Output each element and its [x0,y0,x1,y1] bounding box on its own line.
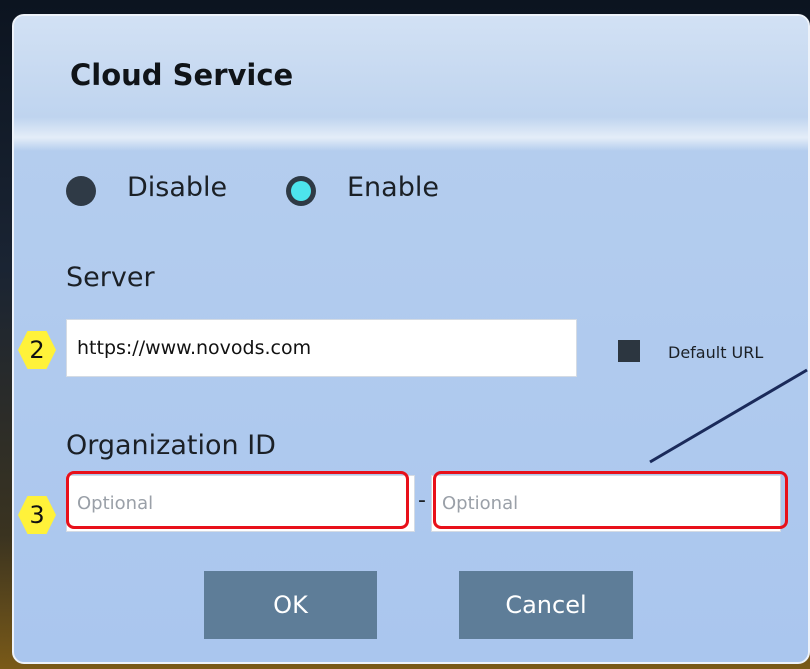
annotation-pointer-line [649,368,808,464]
